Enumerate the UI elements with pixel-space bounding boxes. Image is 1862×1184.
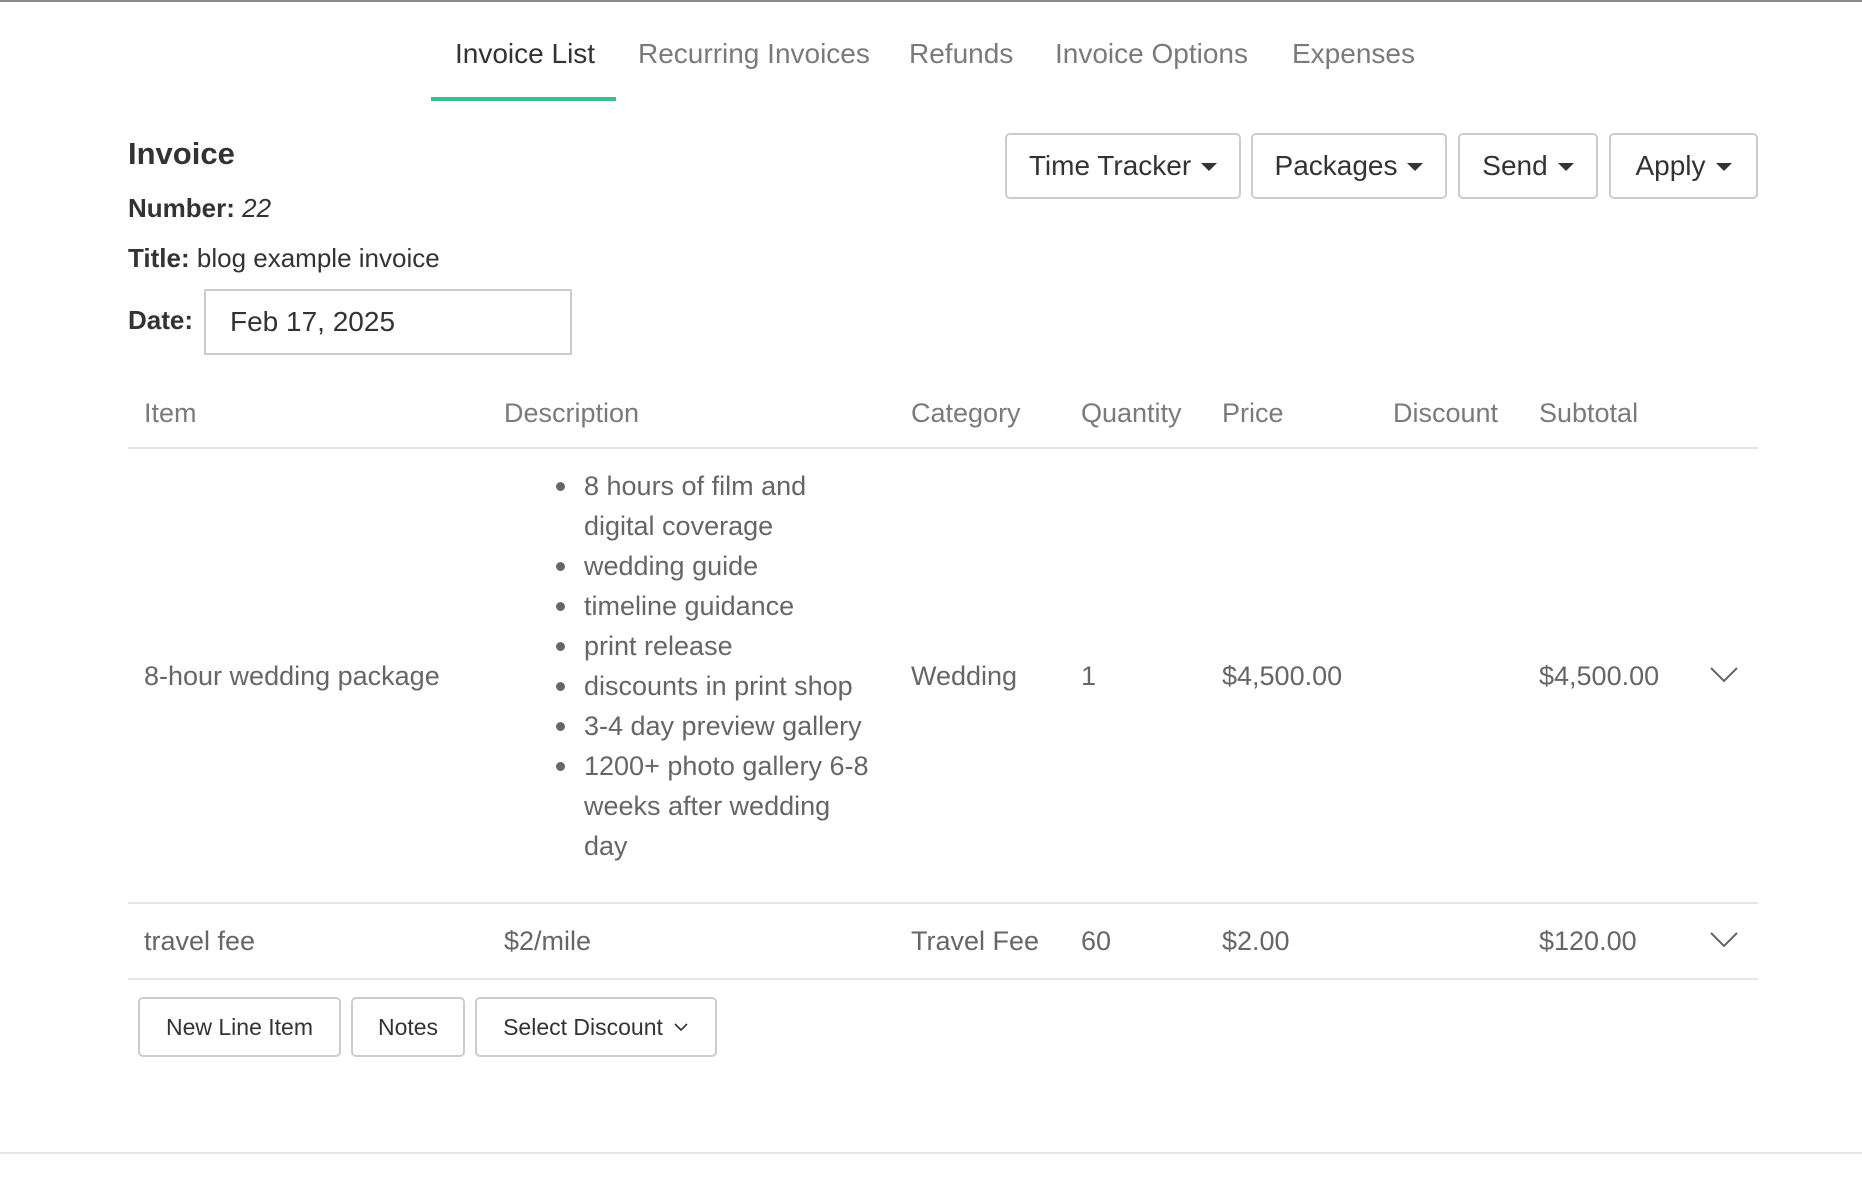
header-divider xyxy=(128,447,1758,449)
number-label: Number: xyxy=(128,193,235,223)
date-label: Date: xyxy=(128,305,194,335)
list-item: timeline guidance xyxy=(556,586,884,626)
row-divider xyxy=(128,902,1758,904)
column-header-category: Category xyxy=(911,398,1021,428)
list-item: print release xyxy=(556,626,884,666)
invoice-number-row: Number: 22 xyxy=(128,193,271,224)
tab-invoice-list[interactable]: Invoice List xyxy=(455,38,595,70)
apply-label: Apply xyxy=(1635,150,1706,181)
list-item: 1200+ photo gallery 6-8 weeks after weddi… xyxy=(556,746,884,866)
send-button[interactable]: Send xyxy=(1458,133,1598,199)
invoice-title-row: Title: blog example invoice xyxy=(128,243,440,274)
caret-down-icon xyxy=(1201,163,1218,171)
row-divider xyxy=(128,978,1758,980)
packages-button[interactable]: Packages xyxy=(1251,133,1447,199)
row-price: $2.00 xyxy=(1222,926,1290,956)
time-tracker-label: Time Tracker xyxy=(1028,150,1192,181)
tab-recurring-invoices[interactable]: Recurring Invoices xyxy=(638,38,870,70)
column-header-description: Description xyxy=(504,398,640,428)
list-item: 3-4 day preview gallery xyxy=(556,706,884,746)
invoice-title: blog example invoice xyxy=(196,243,440,273)
column-header-item: Item xyxy=(144,398,197,428)
send-label: Send xyxy=(1482,150,1548,181)
tab-bar: Invoice List Recurring Invoices Refunds … xyxy=(0,24,1862,104)
row-subtotal: $120.00 xyxy=(1539,926,1637,956)
row-price: $4,500.00 xyxy=(1222,661,1343,691)
row-description: $2/mile xyxy=(504,926,592,956)
row-quantity: 1 xyxy=(1081,661,1097,691)
chevron-down-icon[interactable] xyxy=(1709,930,1739,950)
title-label: Title: xyxy=(128,243,190,273)
active-tab-indicator xyxy=(431,97,616,101)
list-item: discounts in print shop xyxy=(556,666,884,706)
tab-refunds[interactable]: Refunds xyxy=(909,38,1013,70)
invoice-number: 22 xyxy=(242,193,272,223)
column-header-price: Price xyxy=(1222,398,1284,428)
date-input[interactable] xyxy=(204,289,572,355)
select-discount-label: Select Discount xyxy=(503,1013,663,1040)
chevron-down-icon[interactable] xyxy=(1709,665,1739,685)
select-discount-button[interactable]: Select Discount xyxy=(475,997,717,1057)
new-line-item-button[interactable]: New Line Item xyxy=(138,997,341,1057)
bottom-border xyxy=(0,1152,1862,1154)
caret-down-icon xyxy=(1715,163,1732,171)
row-category: Wedding xyxy=(911,661,1018,691)
top-border xyxy=(0,0,1862,2)
row-description-list: 8 hours of film and digital coverage wedd… xyxy=(556,466,884,866)
caret-down-icon xyxy=(1407,163,1424,171)
tab-expenses[interactable]: Expenses xyxy=(1292,38,1415,70)
row-subtotal: $4,500.00 xyxy=(1539,661,1660,691)
column-header-quantity: Quantity xyxy=(1081,398,1182,428)
invoice-heading: Invoice xyxy=(128,136,235,171)
invoice-date-row: Date: xyxy=(128,305,193,336)
row-category: Travel Fee xyxy=(911,926,1040,956)
row-item: travel fee xyxy=(144,926,256,956)
caret-down-icon xyxy=(1557,163,1574,171)
row-item: 8-hour wedding package xyxy=(144,661,440,691)
row-quantity: 60 xyxy=(1081,926,1112,956)
list-item: 8 hours of film and digital coverage xyxy=(556,466,884,546)
tab-invoice-options[interactable]: Invoice Options xyxy=(1055,38,1248,70)
column-header-discount: Discount xyxy=(1393,398,1499,428)
list-item: wedding guide xyxy=(556,546,884,586)
apply-button[interactable]: Apply xyxy=(1609,133,1758,199)
time-tracker-button[interactable]: Time Tracker xyxy=(1005,133,1241,199)
chevron-down-icon xyxy=(674,1023,688,1032)
packages-label: Packages xyxy=(1274,150,1398,181)
notes-button[interactable]: Notes xyxy=(351,997,465,1057)
column-header-subtotal: Subtotal xyxy=(1539,398,1639,428)
